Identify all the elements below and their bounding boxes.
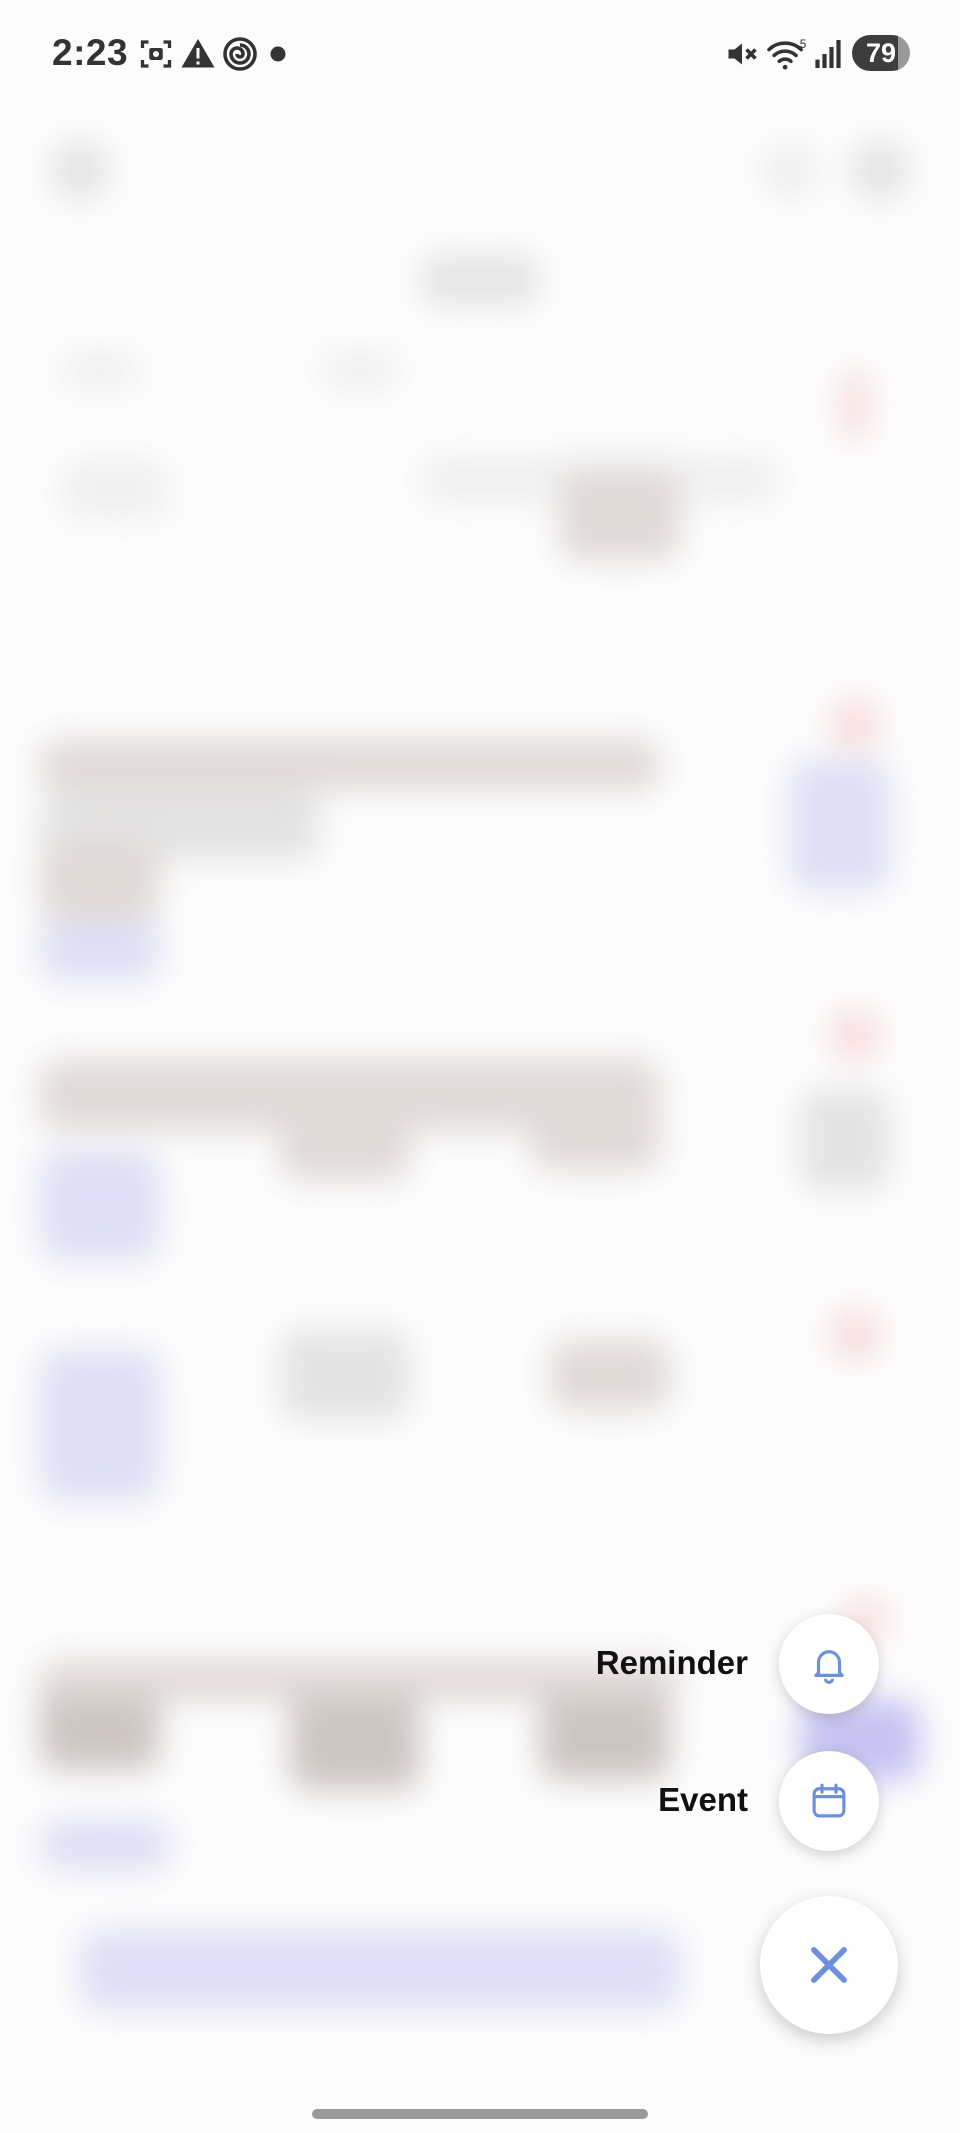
screenshot-icon: [138, 36, 174, 72]
signal-icon: [814, 36, 842, 72]
warning-icon: [180, 36, 216, 72]
event-button[interactable]: [779, 1751, 879, 1851]
reminder-button[interactable]: [779, 1614, 879, 1714]
event-label[interactable]: Event: [658, 1781, 748, 1819]
notification-dot-icon: [268, 36, 288, 72]
reminder-label[interactable]: Reminder: [596, 1644, 748, 1682]
close-icon: [803, 1939, 855, 1991]
fab-speed-dial: Reminder Event: [0, 0, 960, 2133]
home-gesture-bar[interactable]: [312, 2109, 648, 2119]
bell-icon: [808, 1643, 850, 1685]
status-bar: 2:23 5 79: [0, 0, 960, 110]
wifi-icon: 5: [766, 36, 810, 72]
calendar-icon: [808, 1780, 850, 1822]
close-fab-button[interactable]: [760, 1896, 898, 2034]
spiral-icon: [222, 36, 258, 72]
mute-icon: [724, 36, 760, 72]
network-label: 5: [800, 38, 807, 51]
status-time: 2:23: [52, 32, 129, 73]
battery-icon: 79: [852, 35, 910, 71]
